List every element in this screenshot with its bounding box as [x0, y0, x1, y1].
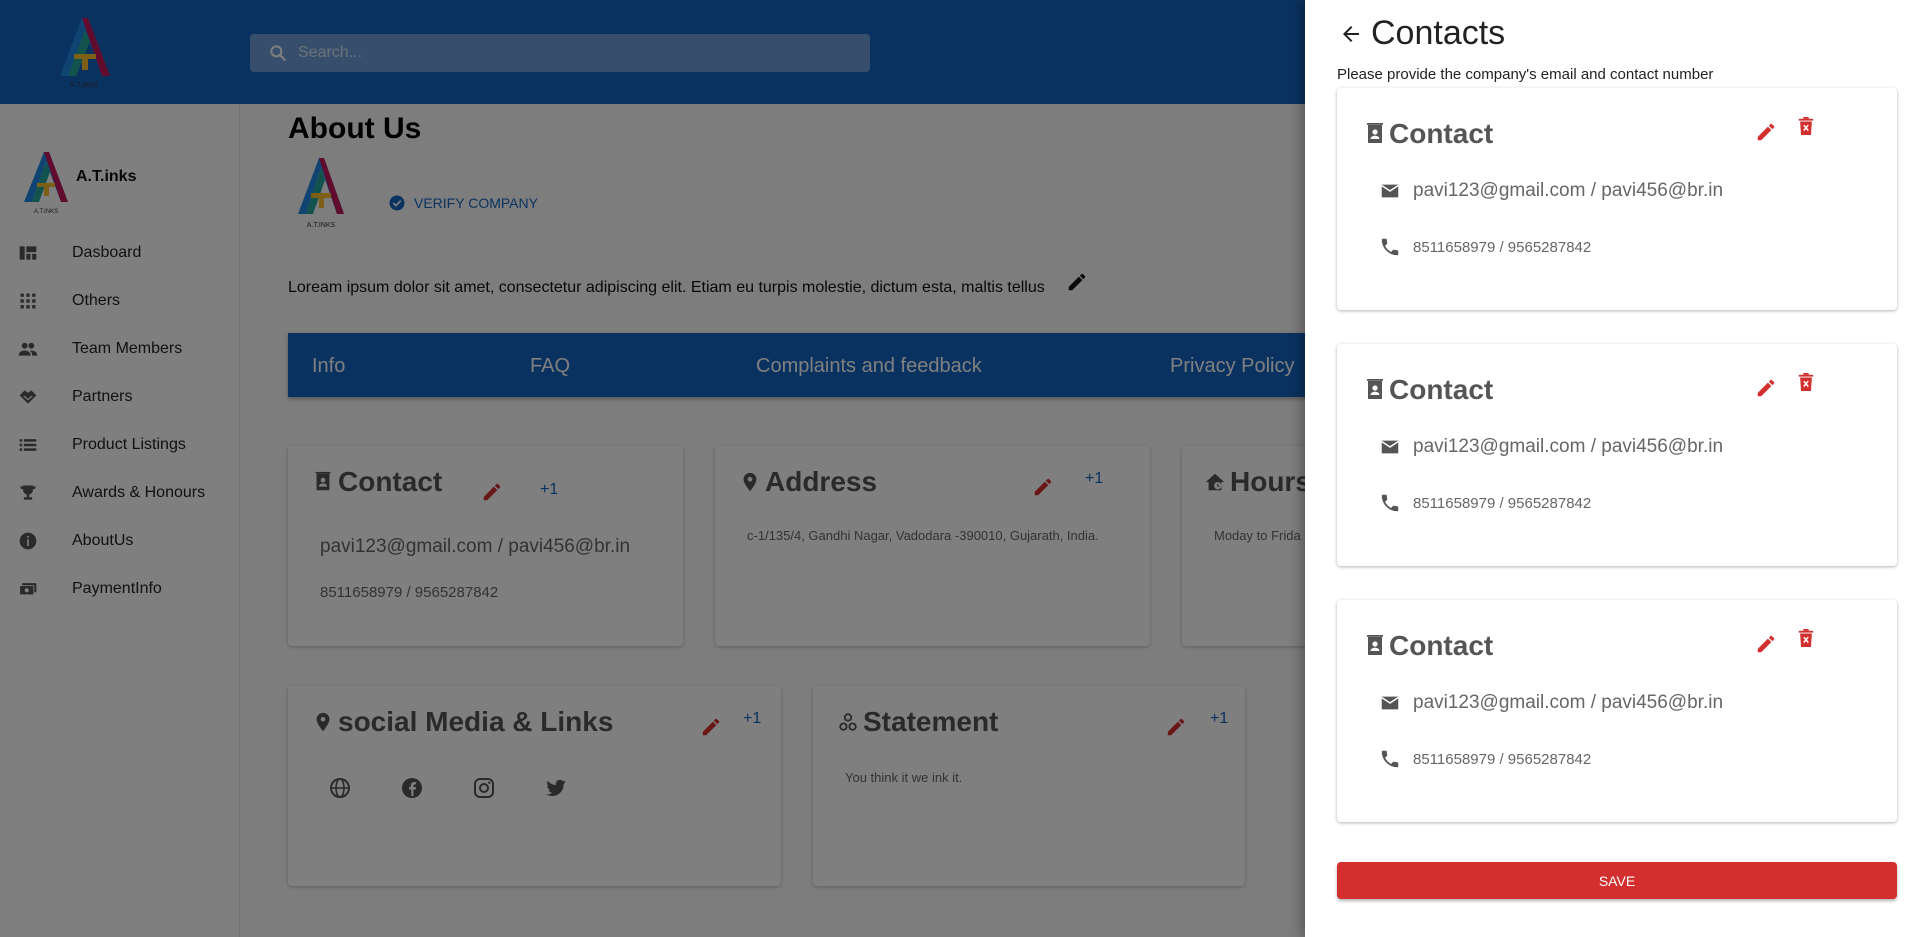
contact-email: pavi123@gmail.com / pavi456@br.in [1413, 436, 1724, 457]
contact-entry: Contact pavi123@gmail.com / pavi456@br.i… [1337, 600, 1897, 822]
contact-email-row: pavi123@gmail.com / pavi456@br.in [1379, 180, 1723, 202]
contact-email: pavi123@gmail.com / pavi456@br.in [1413, 692, 1724, 713]
phone-icon [1381, 238, 1399, 256]
contact-entry: Contact pavi123@gmail.com / pavi456@br.i… [1337, 88, 1897, 310]
drawer-title: Contacts [1371, 14, 1506, 52]
contact-phone: 8511658979 / 9565287842 [1413, 238, 1592, 256]
contact-entry-title-text: Contact [1389, 374, 1494, 405]
phone-icon [1381, 494, 1399, 512]
contact-email-row: pavi123@gmail.com / pavi456@br.in [1379, 692, 1723, 714]
contact-phone: 8511658979 / 9565287842 [1413, 494, 1592, 512]
phone-icon [1381, 750, 1399, 768]
contact-phone-row: 8511658979 / 9565287842 [1379, 236, 1591, 258]
contact-email: pavi123@gmail.com / pavi456@br.in [1413, 180, 1724, 201]
contact-entry-title-text: Contact [1389, 118, 1494, 149]
email-icon [1381, 184, 1399, 198]
save-button[interactable]: SAVE [1337, 862, 1897, 899]
contact-entry-title-text: Contact [1389, 630, 1494, 661]
contact-entry-title: Contact [1363, 374, 1493, 406]
edit-icon[interactable] [1755, 377, 1777, 399]
edit-icon[interactable] [1755, 633, 1777, 655]
contact-email-row: pavi123@gmail.com / pavi456@br.in [1379, 436, 1723, 458]
contacts-drawer: Contacts Please provide the company's em… [1305, 0, 1920, 937]
back-arrow-icon[interactable] [1339, 22, 1363, 46]
contact-entry-title: Contact [1363, 118, 1493, 150]
delete-icon[interactable] [1797, 372, 1815, 392]
edit-icon[interactable] [1755, 121, 1777, 143]
contact-phone-row: 8511658979 / 9565287842 [1379, 748, 1591, 770]
contact-icon [1367, 379, 1383, 399]
contact-phone-row: 8511658979 / 9565287842 [1379, 492, 1591, 514]
contact-phone: 8511658979 / 9565287842 [1413, 750, 1592, 768]
contact-icon [1367, 123, 1383, 143]
email-icon [1381, 696, 1399, 710]
contact-icon [1367, 635, 1383, 655]
contact-entry: Contact pavi123@gmail.com / pavi456@br.i… [1337, 344, 1897, 566]
drawer-subtitle: Please provide the company's email and c… [1337, 66, 1714, 83]
delete-icon[interactable] [1797, 116, 1815, 136]
delete-icon[interactable] [1797, 628, 1815, 648]
contact-entry-title: Contact [1363, 630, 1493, 662]
email-icon [1381, 440, 1399, 454]
